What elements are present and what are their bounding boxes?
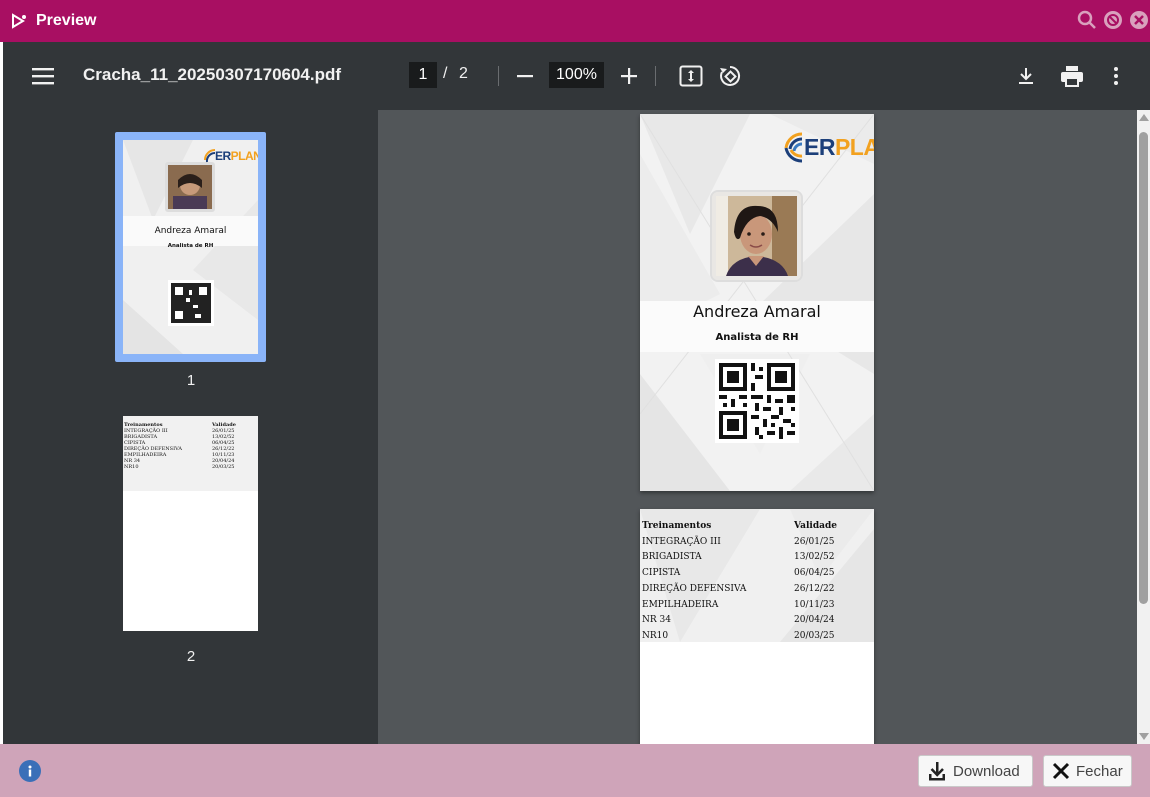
app-logo-icon xyxy=(8,10,30,32)
download-icon[interactable] xyxy=(1014,64,1038,88)
minimize-icon[interactable] xyxy=(1102,9,1124,31)
zoom-out-icon[interactable] xyxy=(513,64,537,88)
more-options-icon[interactable] xyxy=(1104,64,1128,88)
badge-photo xyxy=(712,192,801,280)
thumbnail-page-2[interactable]: Treinamentos Validade INTEGRAÇÃO III 26/01… xyxy=(123,416,258,631)
menu-icon[interactable] xyxy=(31,64,55,88)
download-button[interactable]: Download xyxy=(918,755,1033,787)
training-table-header: Treinamentos Validade xyxy=(642,521,837,531)
badge-role: Analista de RH xyxy=(715,332,799,343)
thumbnail-badge-role: Analista de RH xyxy=(167,243,214,249)
fit-page-icon[interactable] xyxy=(678,63,704,89)
toolbar-divider xyxy=(498,66,499,86)
close-icon[interactable] xyxy=(1128,9,1150,31)
qr-code-image xyxy=(715,359,799,443)
badge-name: Andreza Amaral xyxy=(693,302,821,321)
pdf-viewer: Cracha_11_20250307170604.pdf 1 / 2 100% xyxy=(3,42,1150,744)
pdf-page-2: Treinamentos Validade INTEGRAÇÃO III 26/01… xyxy=(640,509,874,744)
training-row: CIPISTA 06/04/25 xyxy=(642,568,835,579)
erplan-logo: ERPLAN xyxy=(780,130,874,164)
training-row: NR10 20/03/25 xyxy=(642,630,835,641)
thumbnail-logo-text: ERPLAN xyxy=(215,149,258,163)
thumbnail-page-1-content[interactable]: ERPLAN Andreza Amaral Analista de RH xyxy=(123,140,258,354)
thumbnail-label-2: 2 xyxy=(186,648,196,665)
thumbnail-label-1: 1 xyxy=(186,372,196,389)
zoom-level-input[interactable]: 100% xyxy=(549,62,604,88)
vertical-scrollbar[interactable] xyxy=(1137,110,1150,744)
close-button[interactable]: Fechar xyxy=(1043,755,1132,787)
print-icon[interactable] xyxy=(1059,63,1085,89)
thumbnail-badge-name: Andreza Amaral xyxy=(154,226,227,236)
pdf-filename: Cracha_11_20250307170604.pdf xyxy=(83,65,342,84)
close-x-icon xyxy=(1052,762,1070,780)
training-row: DIREÇÃO DEFENSIVA 26/12/22 xyxy=(642,583,835,594)
toolbar-divider xyxy=(655,66,656,86)
zoom-in-icon[interactable] xyxy=(617,64,641,88)
download-icon xyxy=(929,762,945,781)
page-separator: / xyxy=(443,65,448,82)
download-button-label: Download xyxy=(953,762,1020,780)
thumbnail-sidebar: ERPLAN Andreza Amaral Analista de RH 1 T… xyxy=(3,110,378,744)
thumbnail-training-table: Treinamentos Validade INTEGRAÇÃO III 26/01… xyxy=(124,422,236,470)
training-table: Treinamentos Validade INTEGRAÇÃO III 26/01… xyxy=(642,519,872,645)
scroll-up-arrow-icon[interactable] xyxy=(1139,114,1149,121)
scrollbar-thumb[interactable] xyxy=(1139,132,1148,604)
window-title: Preview xyxy=(36,12,97,29)
training-row: BRIGADISTA 13/02/52 xyxy=(642,552,835,563)
pdf-page-1: ERPLAN Andreza Amaral Anal xyxy=(640,114,874,491)
rotate-icon[interactable] xyxy=(717,63,743,89)
dialog-footer: Download Fechar xyxy=(0,744,1150,797)
erplan-logo-icon xyxy=(784,132,803,163)
pdf-toolbar: Cracha_11_20250307170604.pdf 1 / 2 100% xyxy=(3,42,1150,110)
badge-qr-code xyxy=(715,359,799,443)
erplan-logo-text: ERPLAN xyxy=(804,133,874,160)
training-row: INTEGRAÇÃO III 26/01/25 xyxy=(642,536,835,547)
close-button-label: Fechar xyxy=(1076,762,1123,780)
training-row: NR 34 20/04/24 xyxy=(642,615,835,626)
page-total: 2 xyxy=(459,65,468,82)
pdf-page-view[interactable]: ERPLAN Andreza Amaral Anal xyxy=(378,110,1150,744)
info-icon[interactable] xyxy=(19,760,41,782)
scroll-down-arrow-icon[interactable] xyxy=(1139,733,1149,740)
training-row: EMPILHADEIRA 10/11/23 xyxy=(642,599,835,610)
person-photo-image xyxy=(712,192,801,280)
window-titlebar: Preview xyxy=(0,0,1150,42)
search-icon[interactable] xyxy=(1076,9,1098,31)
page-number-input[interactable]: 1 xyxy=(409,62,437,88)
